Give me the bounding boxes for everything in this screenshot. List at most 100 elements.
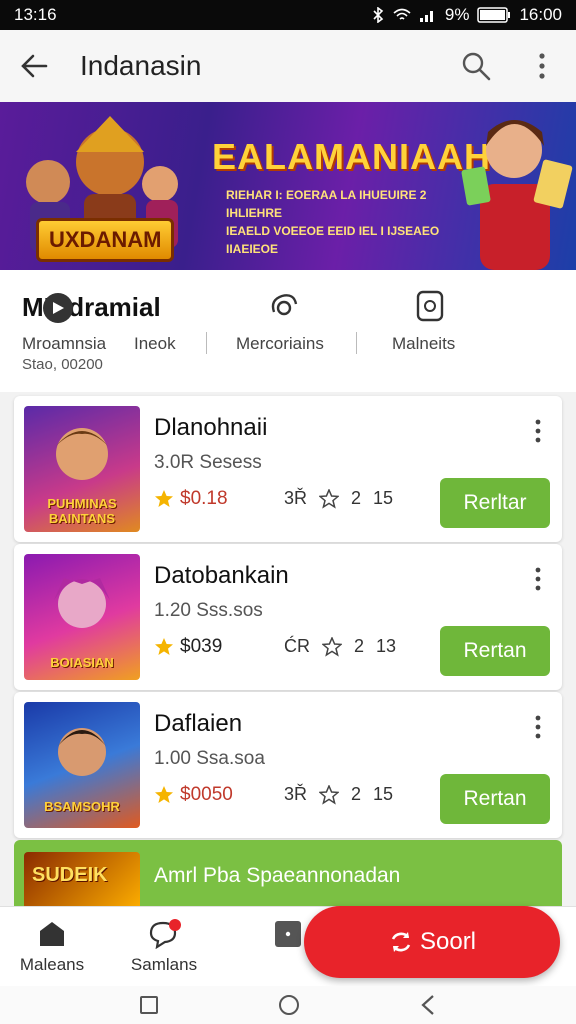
app-bar: Indanasin <box>0 30 576 102</box>
banner-subtext: RIEHAR I: EOERAA LA IHUEUIRE 2 IHLIEHRE … <box>226 186 466 258</box>
item-stats: 3Ř 2 15 <box>284 488 393 509</box>
recents-icon[interactable] <box>139 995 159 1015</box>
signal-icon <box>419 11 433 22</box>
promo-banner[interactable]: UXDANAM EALAMANIAAH RIEHAR I: EOERAA LA … <box>0 102 576 270</box>
item-stats: 3Ř 2 15 <box>284 784 393 805</box>
star-icon <box>155 490 173 507</box>
divider <box>356 332 357 354</box>
nav-item-home[interactable]: Maleans <box>2 919 102 975</box>
more-vertical-icon <box>535 419 541 443</box>
list-item[interactable]: PUHMINAS BAINTANS Dlanohnaii 3.0R Sesess… <box>14 396 562 542</box>
item-more-button[interactable] <box>526 564 550 594</box>
list-item[interactable]: BSAMSOHR Daflaien 1.00 Ssa.soa $0050 3Ř … <box>14 692 562 838</box>
stat-label-4: Malneits <box>392 334 456 353</box>
thumb-caption: PUHMINAS BAINTANS <box>47 496 117 526</box>
battery-icon <box>477 7 511 23</box>
item-price: $039 <box>180 636 223 657</box>
banner-subtext-line-1: RIEHAR I: EOERAA LA IHUEUIRE 2 IHLIEHRE <box>226 188 427 220</box>
price-row: $0050 <box>154 784 233 806</box>
item-price: $0.18 <box>180 488 228 509</box>
search-icon <box>462 52 491 81</box>
nav-label: Maleans <box>19 955 85 974</box>
stat-value: ĆR <box>284 636 310 656</box>
home-circle-icon[interactable] <box>278 994 300 1016</box>
item-more-button[interactable] <box>526 712 550 742</box>
chat-icon <box>149 919 181 949</box>
more-vertical-icon <box>539 53 545 79</box>
fab-label: Soorl <box>419 928 477 955</box>
status-time-right: 16:00 <box>519 5 562 24</box>
battery-percent: 9% <box>444 5 470 24</box>
profile-badge-icon <box>43 293 73 323</box>
star-outline-icon <box>319 488 340 509</box>
item-name: Datobankain <box>154 562 289 589</box>
promo-strip[interactable]: SUDEIK Amrl Pba Spaeannonadan <box>14 840 562 906</box>
back-triangle-icon[interactable] <box>419 994 437 1016</box>
promo-thumb-caption: SUDEIK <box>32 864 108 886</box>
divider <box>206 332 207 354</box>
stat-value: 15 <box>373 488 394 508</box>
nav-item-chat[interactable]: Samlans <box>114 919 214 975</box>
connect-icon[interactable] <box>268 290 300 320</box>
banner-subtext-line-2: IEAELD VOEEOE EEID IEL I IJSEAEO IIAEIEO… <box>226 224 440 256</box>
star-outline-icon <box>319 784 340 805</box>
item-meta: 1.00 Ssa.soa <box>154 748 265 769</box>
home-icon <box>40 922 64 946</box>
arrow-left-icon <box>21 54 48 78</box>
search-button[interactable] <box>456 46 496 86</box>
stat-value: 2 <box>354 636 365 656</box>
page-title: Indanasin <box>80 50 202 81</box>
stat-value: 15 <box>373 784 394 804</box>
star-icon <box>155 638 173 655</box>
stat-label-3: Mercoriains <box>236 334 324 353</box>
device-icon[interactable] <box>416 290 444 322</box>
item-thumbnail: BSAMSOHR <box>24 702 140 828</box>
stat-label-1: Mroamnsia <box>22 334 107 353</box>
promo-text: Amrl Pba Spaeannonadan <box>154 864 401 887</box>
item-meta: 3.0R Sesess <box>154 452 262 473</box>
banner-headline: EALAMANIAAH <box>212 136 491 177</box>
action-fab-button[interactable]: Soorl <box>304 906 560 978</box>
list-item[interactable]: BOIASIAN Datobankain 1.20 Sss.sos $039 Ć… <box>14 544 562 690</box>
stat-label-2: Ineok <box>134 334 176 353</box>
item-thumbnail: PUHMINAS BAINTANS <box>24 406 140 532</box>
price-row: $039 <box>154 636 222 658</box>
status-bar: 13:16 9% 16:00 <box>0 0 576 30</box>
back-button[interactable] <box>14 46 54 86</box>
item-name: Daflaien <box>154 710 243 737</box>
banner-logo: UXDANAM <box>36 218 175 262</box>
thumb-caption: BSAMSOHR <box>44 799 120 814</box>
rent-button[interactable]: Rerltar <box>440 478 550 528</box>
more-vertical-icon <box>535 567 541 591</box>
rent-button[interactable]: Rertan <box>440 774 550 824</box>
item-thumbnail: BOIASIAN <box>24 554 140 680</box>
status-icons: 9% 16:00 <box>371 5 562 25</box>
info-subtext: Stao, 00200 <box>22 356 103 373</box>
stat-value: 3Ř <box>284 488 308 508</box>
sync-icon <box>391 932 411 952</box>
stat-value: 13 <box>376 636 397 656</box>
star-outline-icon <box>322 636 342 657</box>
promo-thumbnail: SUDEIK <box>24 852 140 906</box>
price-row: $0.18 <box>154 488 228 510</box>
info-section: MIEdramial Mroamnsia Ineok Mercoriains M… <box>0 270 576 392</box>
more-options-button[interactable] <box>522 46 562 86</box>
stat-value: 2 <box>351 784 362 804</box>
stat-value: 2 <box>351 488 362 508</box>
stat-value: 3Ř <box>284 784 308 804</box>
nav-label: Samlans <box>130 955 198 974</box>
thumb-caption: BOIASIAN <box>50 655 114 670</box>
item-price: $0050 <box>180 784 233 805</box>
item-more-button[interactable] <box>526 416 550 446</box>
banner-woman-illustration <box>461 120 573 270</box>
wifi-icon <box>393 8 411 20</box>
more-vertical-icon <box>535 715 541 739</box>
rent-button[interactable]: Rertan <box>440 626 550 676</box>
star-icon <box>155 786 173 803</box>
system-nav-bar <box>0 986 576 1024</box>
item-stats: ĆR 2 13 <box>284 636 396 657</box>
status-time-left: 13:16 <box>14 5 57 24</box>
item-name: Dlanohnaii <box>154 414 268 441</box>
square-icon <box>275 921 301 947</box>
item-meta: 1.20 Sss.sos <box>154 600 263 621</box>
